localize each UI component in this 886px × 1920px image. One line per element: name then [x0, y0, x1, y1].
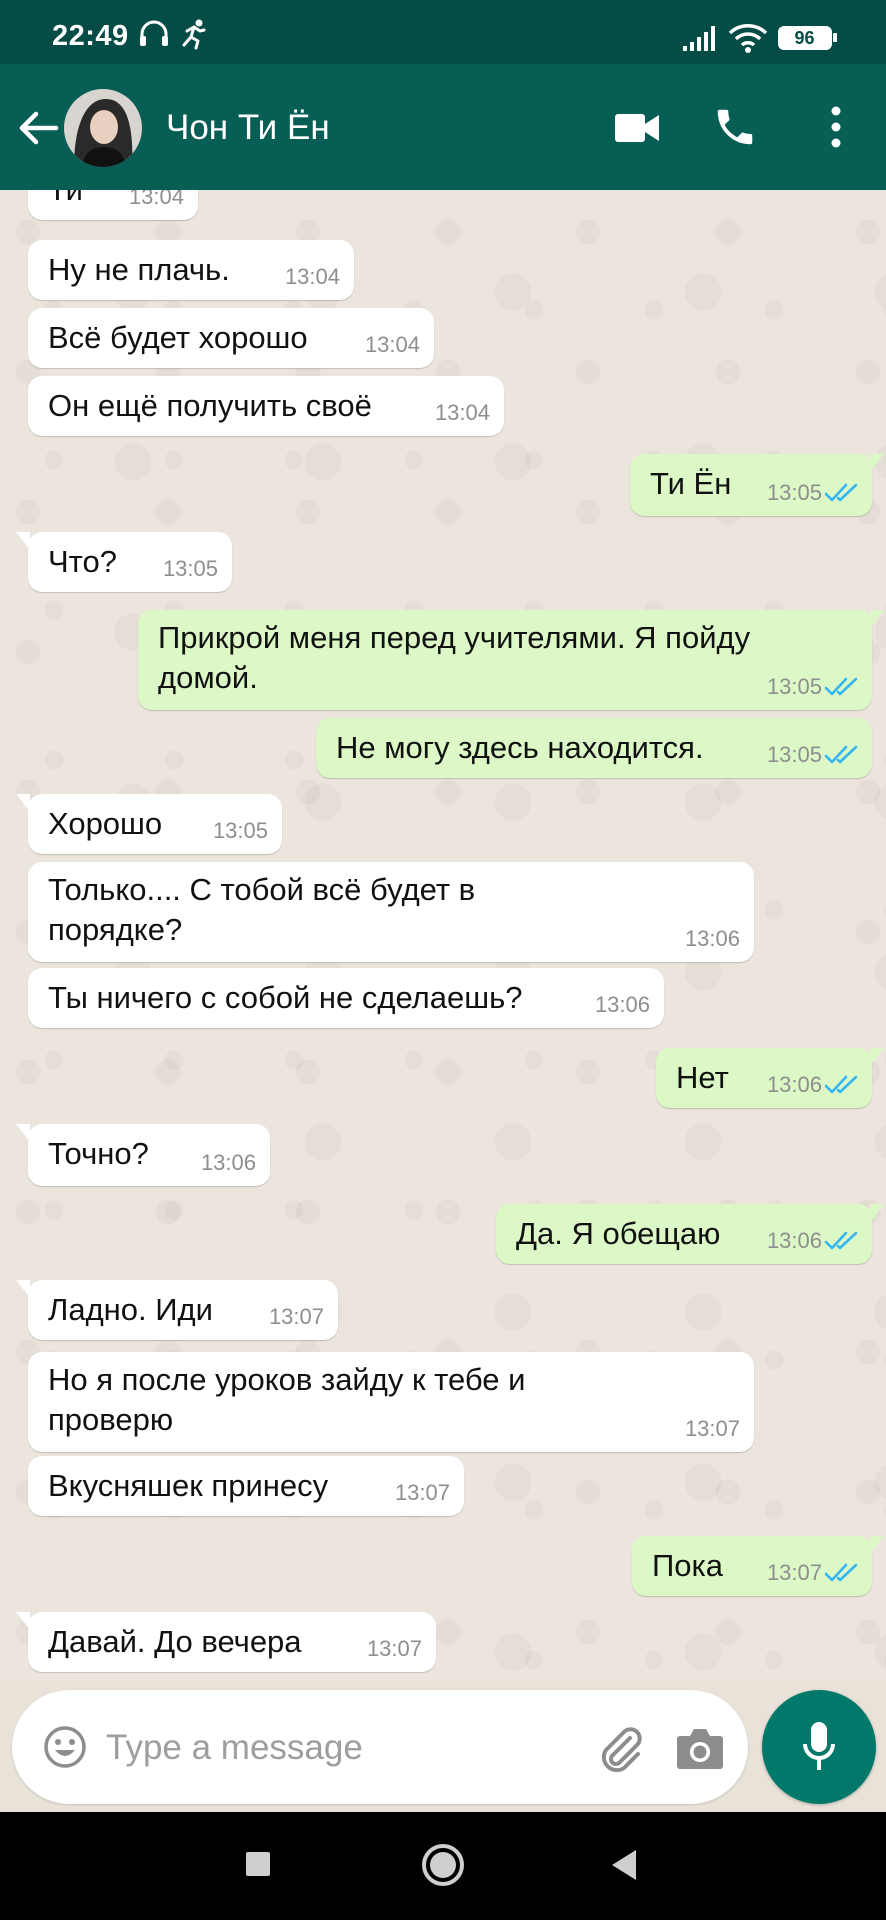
nav-back-icon[interactable] — [608, 1848, 640, 1882]
video-call-icon[interactable] — [614, 112, 660, 144]
message-time: 13:04 — [364, 332, 420, 357]
chat-area[interactable]: Ти13:04Ну не плачь.13:04Всё будет хорошо… — [0, 190, 886, 1680]
message-text: Да. Я обещаю — [516, 1216, 721, 1251]
status-bar: 22:49 96 — [0, 0, 886, 64]
message-text: Ти Ён — [650, 466, 732, 501]
recent-apps-icon[interactable] — [244, 1850, 272, 1878]
voice-call-icon[interactable] — [712, 104, 758, 150]
message-text: Только.... С тобой всё будет в порядке? — [48, 872, 476, 947]
message-text: Давай. До вечера — [48, 1624, 302, 1659]
emoji-icon[interactable] — [42, 1724, 88, 1770]
message-time: 13:07 — [394, 1480, 450, 1505]
message-time: 13:05 — [766, 674, 822, 699]
outgoing-message[interactable]: Нет 13:06 — [656, 1048, 884, 1108]
incoming-message[interactable]: Только.... С тобой всё будет в порядке? 1… — [28, 862, 754, 962]
message-time: 13:07 — [366, 1636, 422, 1661]
outgoing-message[interactable]: Ти Ён 13:05 — [630, 454, 884, 516]
message-text: Ладно. Иди — [48, 1292, 213, 1327]
incoming-message[interactable]: Точно? 13:06 — [16, 1124, 270, 1186]
read-receipt-icon — [824, 745, 858, 764]
contact-avatar[interactable] — [64, 89, 142, 167]
wifi-icon — [728, 24, 768, 53]
chat-header: Чон Ти Ён — [0, 64, 886, 190]
read-receipt-icon — [824, 677, 858, 696]
incoming-message[interactable]: Но я после уроков зайду к тебе и проверю… — [28, 1352, 754, 1452]
incoming-message[interactable]: Всё будет хорошо 13:04 — [28, 308, 434, 368]
message-text: Но я после уроков зайду к тебе и проверю — [48, 1362, 526, 1437]
message-time: 13:06 — [766, 1228, 822, 1253]
contact-name[interactable]: Чон Ти Ён — [166, 108, 330, 148]
message-composer — [12, 1690, 748, 1804]
message-time: 13:04 — [434, 400, 490, 425]
camera-icon[interactable] — [676, 1726, 724, 1770]
read-receipt-icon — [824, 1563, 858, 1582]
read-receipt-icon — [824, 1231, 858, 1250]
message-text: Точно? — [48, 1136, 149, 1171]
message-text: Пока — [652, 1548, 724, 1583]
outgoing-message[interactable]: Пока 13:07 — [632, 1536, 884, 1596]
more-options-icon[interactable] — [828, 104, 844, 150]
outgoing-message[interactable]: Не могу здесь находится. 13:05 — [316, 718, 872, 778]
home-icon[interactable] — [420, 1842, 466, 1888]
message-text: Хорошо — [48, 806, 163, 841]
headphones-icon — [140, 20, 168, 46]
incoming-message[interactable]: Давай. До вечера 13:07 — [16, 1612, 436, 1672]
incoming-message[interactable]: Ладно. Иди 13:07 — [16, 1280, 338, 1340]
message-text: Ну не плачь. — [48, 252, 230, 287]
incoming-message[interactable]: Ты ничего с собой не сделаешь? 13:06 — [28, 968, 664, 1028]
message-time: 13:06 — [594, 992, 650, 1017]
outgoing-message[interactable]: Прикрой меня перед учителями. Я пойду до… — [138, 610, 884, 710]
back-arrow-icon[interactable] — [16, 106, 60, 150]
message-time: 13:05 — [162, 556, 218, 581]
message-time: 13:06 — [684, 926, 740, 951]
message-text: Вкусняшек принесу — [48, 1468, 329, 1503]
microphone-button[interactable] — [762, 1690, 876, 1804]
message-time: 13:05 — [212, 818, 268, 843]
incoming-message[interactable]: Ти 13:04 — [28, 190, 198, 220]
incoming-message[interactable]: Вкусняшек принесу 13:07 — [28, 1456, 464, 1516]
incoming-message[interactable]: Ну не плачь. 13:04 — [28, 240, 354, 300]
message-time: 13:04 — [128, 190, 184, 209]
message-time: 13:06 — [766, 1072, 822, 1097]
read-receipt-icon — [824, 483, 858, 502]
system-nav-bar — [0, 1812, 886, 1920]
incoming-message[interactable]: Хорошо 13:05 — [16, 794, 282, 854]
message-text: Что? — [48, 544, 117, 579]
message-text: Ти — [48, 190, 83, 210]
incoming-message[interactable]: Он ещё получить своё 13:04 — [28, 376, 504, 436]
message-text: Прикрой меня перед учителями. Я пойду до… — [158, 620, 751, 695]
message-time: 13:07 — [766, 1560, 822, 1585]
message-text: Он ещё получить своё — [48, 388, 372, 423]
message-time: 13:07 — [268, 1304, 324, 1329]
incoming-message[interactable]: Что? 13:05 — [16, 532, 232, 592]
message-time: 13:04 — [284, 264, 340, 289]
read-receipt-icon — [824, 1075, 858, 1094]
battery-indicator: 96 — [778, 26, 837, 50]
battery-level: 96 — [794, 28, 815, 48]
avatar-image — [64, 89, 142, 167]
outgoing-message[interactable]: Да. Я обещаю 13:06 — [496, 1204, 884, 1264]
microphone-icon — [803, 1722, 835, 1770]
running-icon — [182, 19, 206, 50]
message-text: Ты ничего с собой не сделаешь? — [48, 980, 523, 1015]
message-time: 13:06 — [200, 1150, 256, 1175]
signal-icon — [683, 26, 715, 51]
message-time: 13:07 — [684, 1416, 740, 1441]
status-time: 22:49 — [52, 20, 129, 52]
message-input[interactable] — [104, 1720, 588, 1776]
paperclip-icon[interactable] — [596, 1724, 646, 1774]
message-text: Нет — [676, 1060, 729, 1095]
message-time: 13:05 — [766, 742, 822, 767]
message-text: Всё будет хорошо — [48, 320, 308, 355]
message-time: 13:05 — [766, 480, 822, 505]
message-text: Не могу здесь находится. — [336, 730, 704, 765]
